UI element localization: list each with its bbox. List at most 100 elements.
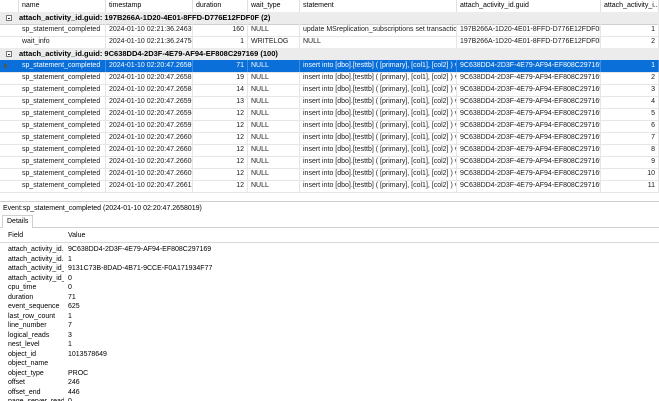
cell-seq: 2 xyxy=(601,36,659,48)
details-row[interactable]: object_name xyxy=(0,359,659,369)
cell-guid: 9C638DD4-2D3F-4E79-AF94-EF808C297169 xyxy=(457,108,601,120)
cell-guid: 9C638DD4-2D3F-4E79-AF94-EF808C297169 xyxy=(457,180,601,192)
cell-seq: 3 xyxy=(601,84,659,96)
details-value: 7 xyxy=(68,322,72,329)
column-header-wait-type[interactable]: wait_type xyxy=(248,0,300,12)
cell-wait-type: NULL xyxy=(248,120,300,132)
details-field: object_type xyxy=(8,369,44,377)
cell-guid: 9C638DD4-2D3F-4E79-AF94-EF808C297169 xyxy=(457,144,601,156)
details-panel: Field Value attach_activity_id.g... 9C638… xyxy=(0,228,659,401)
details-row[interactable]: page_server_reads 0 xyxy=(0,397,659,401)
details-value: 1 xyxy=(68,255,72,263)
cell-statement: insert into [dbo].[testtb] ( [primary], … xyxy=(300,156,457,168)
details-field: logical_reads xyxy=(8,331,50,339)
tab-details[interactable]: Details xyxy=(2,215,34,228)
details-row[interactable]: line_number 7 xyxy=(0,321,659,331)
cell-timestamp: 2024-01-10 02:21:36.2463662 xyxy=(106,24,193,36)
cell-statement: insert into [dbo].[testtb] ( [primary], … xyxy=(300,168,457,180)
cell-name: sp_statement_completed xyxy=(19,180,106,192)
cell-guid: 197B266A-1D20-4E01-8FFD-D776E12FDF0F xyxy=(457,36,601,48)
column-header-seq[interactable]: attach_activity_i... xyxy=(601,0,659,12)
cell-statement: insert into [dbo].[testtb] ( [primary], … xyxy=(300,108,457,120)
details-row[interactable]: attach_activity_id_... 0 xyxy=(0,274,659,284)
cell-seq: 5 xyxy=(601,108,659,120)
details-header: Field Value xyxy=(0,230,659,243)
details-field: last_row_count xyxy=(8,312,56,320)
details-row[interactable]: nest_level 1 xyxy=(0,340,659,350)
column-header-name[interactable]: name xyxy=(19,0,106,12)
cell-statement: NULL xyxy=(300,36,457,48)
cell-guid: 9C638DD4-2D3F-4E79-AF94-EF808C297169 xyxy=(457,132,601,144)
cell-statement: insert into [dbo].[testtb] ( [primary], … xyxy=(300,144,457,156)
details-row[interactable]: last_row_count 1 xyxy=(0,312,659,322)
details-row[interactable]: offset 246 xyxy=(0,378,659,388)
cell-duration: 12 xyxy=(193,108,248,120)
details-row[interactable]: logical_reads 3 xyxy=(0,331,659,341)
cell-guid: 9C638DD4-2D3F-4E79-AF94-EF808C297169 xyxy=(457,120,601,132)
cell-name: sp_statement_completed xyxy=(19,156,106,168)
cell-seq: 4 xyxy=(601,96,659,108)
details-value: 1 xyxy=(68,312,72,320)
details-field: offset_end xyxy=(8,388,41,396)
cell-guid: 9C638DD4-2D3F-4E79-AF94-EF808C297169 xyxy=(457,168,601,180)
details-field: attach_activity_id_... xyxy=(8,274,64,282)
details-value: 1 xyxy=(68,341,72,348)
cell-statement: update MSreplication_subscriptions set t… xyxy=(300,24,457,36)
details-field: duration xyxy=(8,293,34,301)
details-value: 9131C73B-8DAD-4B71-9CCE-F0A171934F77 xyxy=(68,265,213,272)
details-row[interactable]: attach_activity_id.s... 1 xyxy=(0,255,659,265)
details-row[interactable]: cpu_time 0 xyxy=(0,283,659,293)
details-tab-strip: Details xyxy=(0,214,659,228)
cell-duration: 13 xyxy=(193,96,248,108)
details-row[interactable]: offset_end 446 xyxy=(0,388,659,398)
cell-wait-type: NULL xyxy=(248,60,300,72)
cell-wait-type: NULL xyxy=(248,108,300,120)
details-row[interactable]: duration 71 xyxy=(0,293,659,303)
cell-duration: 12 xyxy=(193,120,248,132)
cell-name: sp_statement_completed xyxy=(19,144,106,156)
collapse-icon[interactable] xyxy=(6,15,12,21)
cell-guid: 197B266A-1D20-4E01-8FFD-D776E12FDF0F xyxy=(457,24,601,36)
column-header-guid[interactable]: attach_activity_id.guid xyxy=(457,0,601,12)
cell-name: sp_statement_completed xyxy=(19,168,106,180)
cell-name: sp_statement_completed xyxy=(19,84,106,96)
details-row[interactable]: object_type PROC xyxy=(0,369,659,379)
cell-timestamp: 2024-01-10 02:20:47.2660649 xyxy=(106,156,193,168)
cell-wait-type: NULL xyxy=(248,24,300,36)
details-row[interactable]: object_id 1013578649 xyxy=(0,350,659,360)
table-row[interactable]: sp_statement_completed 2024-01-10 02:20:4… xyxy=(0,180,659,193)
details-value: 446 xyxy=(68,388,80,396)
cell-statement: insert into [dbo].[testtb] ( [primary], … xyxy=(300,120,457,132)
cell-duration: 12 xyxy=(193,168,248,180)
column-header-duration[interactable]: duration xyxy=(193,0,248,12)
event-status-bar: Event:sp_statement_completed (2024-01-10… xyxy=(0,201,659,215)
collapse-icon[interactable] xyxy=(6,51,12,57)
details-header-value[interactable]: Value xyxy=(68,230,85,242)
cell-wait-type: NULL xyxy=(248,144,300,156)
current-row-arrow-icon xyxy=(4,63,8,69)
cell-guid: 9C638DD4-2D3F-4E79-AF94-EF808C297169 xyxy=(457,72,601,84)
details-value: 0 xyxy=(68,274,72,282)
cell-wait-type: NULL xyxy=(248,168,300,180)
details-field: object_id xyxy=(8,350,37,358)
cell-wait-type: NULL xyxy=(248,132,300,144)
cell-statement: insert into [dbo].[testtb] ( [primary], … xyxy=(300,96,457,108)
column-header-statement[interactable]: statement xyxy=(300,0,457,12)
cell-duration: 12 xyxy=(193,180,248,192)
details-header-field[interactable]: Field xyxy=(8,230,23,242)
cell-duration: 160 xyxy=(193,24,248,36)
details-row[interactable]: attach_activity_id.g... 9C638DD4-2D3F-4E7… xyxy=(0,245,659,255)
cell-statement: insert into [dbo].[testtb] ( [primary], … xyxy=(300,84,457,96)
cell-duration: 12 xyxy=(193,132,248,144)
details-row[interactable]: event_sequence 625 xyxy=(0,302,659,312)
group-label: attach_activity_id.guid: 9C638DD4-2D3F-4… xyxy=(19,49,278,58)
cell-wait-type: WRITELOG xyxy=(248,36,300,48)
cell-seq: 11 xyxy=(601,180,659,192)
cell-seq: 2 xyxy=(601,72,659,84)
column-header-timestamp[interactable]: timestamp xyxy=(106,0,193,12)
cell-duration: 71 xyxy=(193,60,248,72)
details-value: 9C638DD4-2D3F-4E79-AF94-EF808C297169 xyxy=(68,246,212,253)
details-row[interactable]: attach_activity_id_... 9131C73B-8DAD-4B71… xyxy=(0,264,659,274)
cell-duration: 12 xyxy=(193,144,248,156)
cell-name: sp_statement_completed xyxy=(19,120,106,132)
